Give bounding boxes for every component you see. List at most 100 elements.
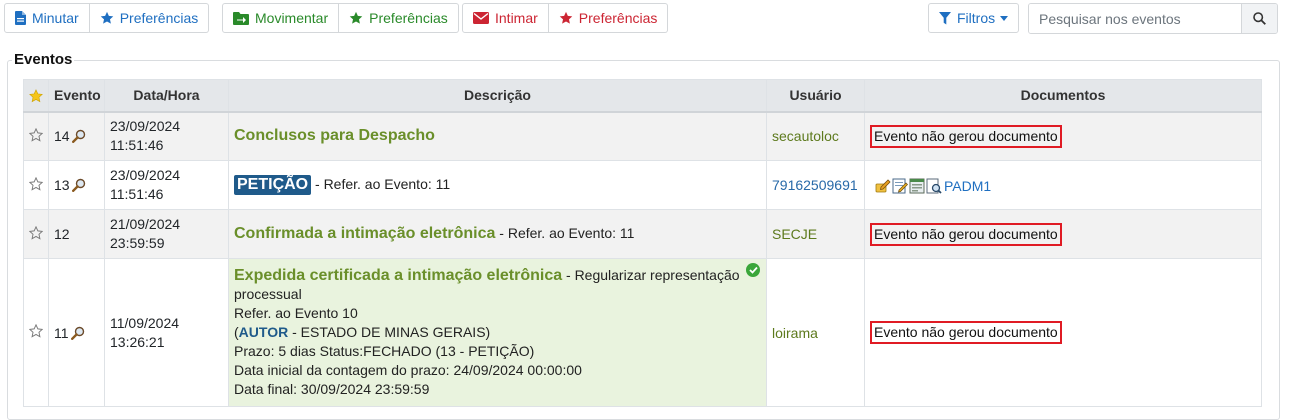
- event-time: 13:26:21: [110, 333, 165, 350]
- minutar-button[interactable]: Minutar: [4, 3, 90, 33]
- minutar-preferences-label: Preferências: [119, 10, 199, 26]
- user-cell: SECJE: [766, 209, 865, 259]
- event-reference: - Refer. ao Evento: 11: [495, 225, 635, 241]
- row-star-cell: [23, 209, 49, 259]
- check-circle-icon: [746, 263, 760, 277]
- user-cell[interactable]: 79162509691: [766, 160, 865, 210]
- form-document-icon[interactable]: [909, 178, 925, 194]
- table-row: 14 23/09/2024 11:51:46 Conclusos para De…: [23, 111, 1262, 161]
- event-number: 14: [54, 128, 70, 145]
- event-title: Expedida certificada a intimação eletrôn…: [234, 267, 563, 284]
- event-reference: - Refer. ao Evento: 11: [311, 176, 451, 192]
- event-number: 12: [54, 226, 70, 242]
- movimentar-group: Movimentar Preferências: [222, 3, 459, 33]
- star-outline-icon[interactable]: [29, 324, 43, 338]
- header-descricao: Descrição: [228, 79, 767, 113]
- event-date: 23/09/2024: [110, 118, 181, 135]
- event-time: 11:51:46: [110, 137, 164, 154]
- events-table: Evento Data/Hora Descrição Usuário Docum…: [23, 79, 1262, 407]
- edit-document-icon[interactable]: [892, 178, 908, 194]
- event-end-date: Data final: 30/09/2024 23:59:59: [234, 381, 430, 397]
- magnifier-icon[interactable]: [71, 129, 86, 144]
- envelope-icon: [473, 12, 489, 24]
- search-input[interactable]: [1029, 4, 1241, 33]
- datetime-cell: 11/09/2024 13:26:21: [104, 258, 229, 407]
- star-outline-icon[interactable]: [29, 225, 43, 240]
- events-legend: Eventos: [12, 51, 75, 68]
- event-number-cell: 12: [48, 209, 105, 259]
- folder-arrow-icon: [233, 11, 249, 25]
- toolbar: Minutar Preferências Movimentar Preferên…: [4, 3, 1297, 35]
- event-time: 11:51:46: [110, 186, 164, 202]
- intimar-group: Intimar Preferências: [462, 3, 669, 33]
- no-document-text: Evento não gerou documento: [870, 321, 1062, 344]
- event-number: 11: [54, 324, 69, 341]
- row-star-cell: [23, 111, 49, 161]
- event-title: Confirmada a intimação eletrônica: [234, 225, 496, 242]
- documents-cell: Evento não gerou documento: [864, 258, 1262, 407]
- minutar-group: Minutar Preferências: [4, 3, 210, 33]
- intimar-button[interactable]: Intimar: [462, 3, 549, 33]
- pencil-hand-icon[interactable]: [875, 178, 891, 194]
- event-number-cell: 14: [48, 111, 105, 161]
- star-icon: [349, 11, 363, 25]
- star-outline-icon[interactable]: [29, 176, 43, 191]
- event-time: 23:59:59: [110, 235, 165, 251]
- caret-down-icon: [1000, 15, 1009, 21]
- document-search-icon[interactable]: [926, 178, 942, 194]
- filters-label: Filtros: [957, 10, 996, 26]
- intimar-preferences-label: Preferências: [578, 10, 658, 26]
- datetime-cell: 21/09/2024 23:59:59: [104, 209, 229, 259]
- event-title: Conclusos para Despacho: [234, 127, 435, 145]
- datetime-cell: 23/09/2024 11:51:46: [104, 111, 229, 161]
- minutar-preferences-button[interactable]: Preferências: [89, 3, 210, 33]
- event-number-cell: 11: [48, 258, 105, 407]
- document-icon: [15, 11, 26, 25]
- table-row: 11 11/09/2024 13:26:21 Expedida certific…: [23, 258, 1262, 407]
- star-outline-icon[interactable]: [29, 127, 43, 142]
- table-row: 13 23/09/2024 11:51:46 PETIÇÃO - Refer. …: [23, 160, 1262, 210]
- event-number: 13: [54, 177, 70, 193]
- documents-cell: PADM1: [864, 160, 1262, 210]
- event-number-cell: 13: [48, 160, 105, 210]
- movimentar-preferences-button[interactable]: Preferências: [339, 3, 459, 33]
- table-header-row: Evento Data/Hora Descrição Usuário Docum…: [23, 79, 1262, 113]
- search-box: [1028, 3, 1278, 34]
- header-star[interactable]: [23, 79, 49, 113]
- header-evento: Evento: [48, 79, 105, 113]
- event-reference: Refer. ao Evento 10: [234, 305, 358, 321]
- table-row: 12 21/09/2024 23:59:59 Confirmada a inti…: [23, 209, 1262, 259]
- star-icon: [100, 11, 114, 25]
- intimar-label: Intimar: [495, 10, 538, 26]
- documents-cell: Evento não gerou documento: [864, 111, 1262, 161]
- header-datahora: Data/Hora: [104, 79, 229, 113]
- search-icon: [1253, 12, 1266, 25]
- intimar-preferences-button[interactable]: Preferências: [548, 3, 669, 33]
- no-document-text: Evento não gerou documento: [870, 124, 1062, 148]
- event-start-date: Data inicial da contagem do prazo: 24/09…: [234, 362, 582, 378]
- movimentar-button[interactable]: Movimentar: [222, 3, 340, 33]
- documents-cell: Evento não gerou documento: [864, 209, 1262, 259]
- row-star-cell: [23, 160, 49, 210]
- magnifier-icon[interactable]: [71, 178, 86, 192]
- document-link[interactable]: PADM1: [944, 178, 991, 194]
- event-date: 21/09/2024: [110, 216, 181, 232]
- description-cell: Expedida certificada a intimação eletrôn…: [228, 258, 767, 407]
- star-filled-icon: [29, 89, 43, 103]
- movimentar-preferences-label: Preferências: [369, 10, 448, 26]
- magnifier-icon[interactable]: [70, 326, 85, 340]
- autor-label: AUTOR: [238, 324, 289, 340]
- event-deadline: Prazo: 5 dias Status:FECHADO (13 - PETIÇ…: [234, 343, 535, 359]
- search-button[interactable]: [1241, 4, 1277, 33]
- row-star-cell: [23, 258, 49, 407]
- header-documentos: Documentos: [864, 79, 1262, 113]
- filters-dropdown-button[interactable]: Filtros: [928, 3, 1020, 33]
- no-document-text: Evento não gerou documento: [870, 222, 1062, 246]
- filter-icon: [939, 11, 951, 25]
- description-cell: PETIÇÃO - Refer. ao Evento: 11: [228, 160, 767, 210]
- datetime-cell: 23/09/2024 11:51:46: [104, 160, 229, 210]
- description-cell: Conclusos para Despacho: [228, 111, 767, 161]
- description-cell: Confirmada a intimação eletrônica - Refe…: [228, 209, 767, 259]
- event-party: (AUTOR - ESTADO DE MINAS GERAIS): [234, 324, 491, 340]
- event-title-badge: PETIÇÃO: [234, 175, 312, 195]
